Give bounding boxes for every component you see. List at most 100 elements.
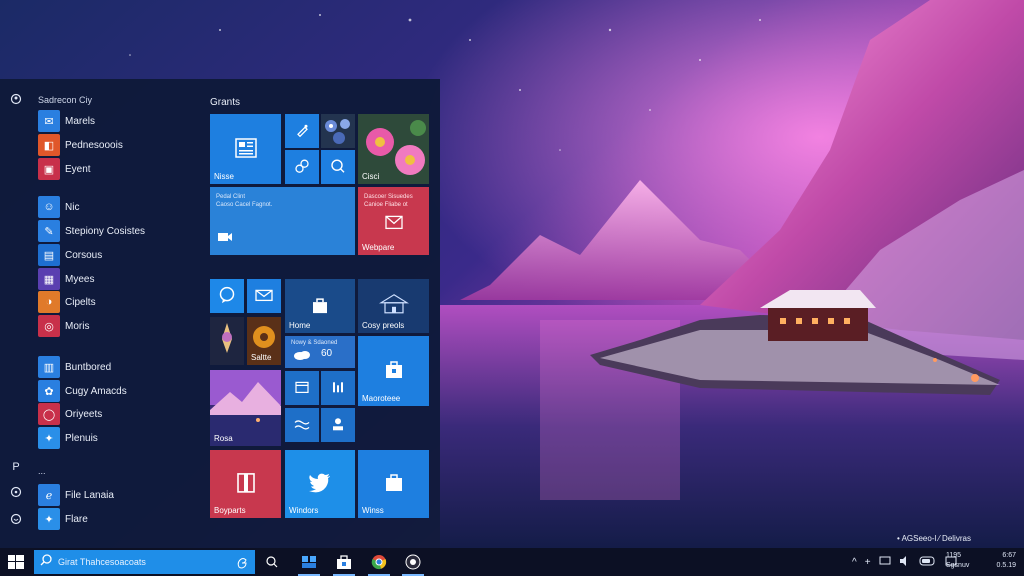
tile-link[interactable] xyxy=(285,150,319,184)
user-icon[interactable] xyxy=(9,93,23,107)
tile-webpare[interactable]: Dascoer Sisuedes Canioe Fliabe ot Webpar… xyxy=(358,187,429,255)
edge-icon[interactable] xyxy=(237,556,247,574)
app-list-item[interactable]: ℯ File Lanaia xyxy=(38,484,188,506)
tile-twitter[interactable]: Windors xyxy=(285,450,355,518)
app-list-item[interactable]: ◯ Oriyeets xyxy=(38,403,188,425)
store-icon xyxy=(384,360,404,380)
tile-art-1[interactable] xyxy=(210,317,244,365)
desktop-watermark-text: • AGSeeo-l ⁄ Delivras xyxy=(897,534,971,543)
taskbar-app-explorer[interactable] xyxy=(296,551,322,576)
tile-weather[interactable]: Nowy & Sdaoned 60 xyxy=(285,336,355,368)
app-list-label: Marels xyxy=(65,115,96,127)
app-list-item[interactable]: ☺ Nic xyxy=(38,196,188,218)
taskbar-clock[interactable]: 1195 6:67 Sgsnuv 0.5.19 xyxy=(946,551,1016,571)
tile-small-1[interactable] xyxy=(285,371,319,405)
app-list-item[interactable]: ✉ Marels xyxy=(38,110,188,132)
tile-kingdom[interactable]: Cosy preols xyxy=(358,279,429,333)
tile-small-4[interactable] xyxy=(321,408,355,442)
tile-label: Boyparts xyxy=(214,506,246,515)
window-icon xyxy=(295,381,309,393)
weather-temperature: 60 xyxy=(321,348,333,359)
search-icon xyxy=(40,553,52,571)
tray-volume-icon[interactable] xyxy=(899,555,911,569)
tile-news[interactable]: Nisse xyxy=(210,114,281,184)
app-list-item[interactable]: ◑ Cipelts xyxy=(38,291,188,313)
app-group-label: ... xyxy=(38,466,46,476)
twitter-icon: ✦ xyxy=(38,508,60,530)
tray-overflow-chevron[interactable]: ^ xyxy=(852,557,857,568)
artwork-image xyxy=(210,317,244,365)
tile-wide-news[interactable]: Pedal Clint Caoso Cacel Fagnot. xyxy=(210,187,355,255)
tile-flowers-large[interactable]: Cisci xyxy=(358,114,429,184)
app-list-item[interactable]: ◧ Pednesooois xyxy=(38,134,188,156)
taskbar-app-chrome[interactable] xyxy=(366,551,392,576)
tile-store-2[interactable]: Winss xyxy=(358,450,429,518)
tile-text-line: Caoso Cacel Fagnot. xyxy=(216,202,273,208)
tray-add-icon[interactable]: + xyxy=(865,557,871,568)
tile-photo[interactable]: Rosa xyxy=(210,370,281,446)
chat-icon xyxy=(218,286,236,304)
chrome-icon xyxy=(371,555,387,570)
app-list-item[interactable]: ▤ Corsous xyxy=(38,244,188,266)
tile-art-2[interactable]: Saltte xyxy=(247,317,281,365)
windows-start-button[interactable] xyxy=(8,555,24,569)
tile-pin[interactable] xyxy=(285,114,319,148)
tile-office[interactable]: Boyparts xyxy=(210,450,281,518)
power-letter: P xyxy=(12,461,20,473)
tile-search[interactable] xyxy=(321,150,355,184)
start-rail: P xyxy=(0,79,28,548)
app-list-item[interactable]: ▥ Buntbored xyxy=(38,356,188,378)
mail-icon xyxy=(255,289,273,302)
app-list-label: Eyent xyxy=(65,163,91,175)
app-list-item[interactable]: ▦ Myees xyxy=(38,268,188,290)
app-list-label: Myees xyxy=(65,273,95,285)
tile-home[interactable]: Home xyxy=(285,279,355,333)
tile-label: Winss xyxy=(362,506,384,515)
search-ring-icon xyxy=(266,556,278,568)
taskbar-search-box[interactable]: Girat Thahcesoacoats xyxy=(34,550,255,574)
media-icon xyxy=(405,554,421,570)
app-list-label: Cugy Amacds xyxy=(65,385,127,397)
tile-label: Maoroteee xyxy=(362,394,401,403)
castle-icon xyxy=(378,293,409,317)
ring-icon: ◯ xyxy=(38,403,60,425)
tile-label: Saltte xyxy=(251,353,272,362)
edge-icon: ℯ xyxy=(38,484,60,506)
settings-icon[interactable] xyxy=(9,486,23,500)
tile-mail[interactable] xyxy=(247,279,281,313)
tile-flowers-small[interactable] xyxy=(321,114,355,148)
app-list-label: Cipelts xyxy=(65,296,96,308)
tile-sway[interactable] xyxy=(210,279,244,313)
app-list-label: Stepiony Cosistes xyxy=(65,225,146,237)
task-view-button[interactable] xyxy=(259,551,285,573)
taskbar-app-store[interactable] xyxy=(331,551,357,576)
envelope-edit-icon xyxy=(384,215,403,230)
tile-small-2[interactable] xyxy=(321,371,355,405)
color-icon: ◑ xyxy=(38,291,60,313)
pen-icon: ✎ xyxy=(38,220,60,242)
tray-network-icon[interactable] xyxy=(879,556,891,569)
link-icon xyxy=(294,158,310,174)
camera-icon xyxy=(218,229,232,247)
tile-small-3[interactable] xyxy=(285,408,319,442)
app-list-item[interactable]: ✎ Stepiony Cosistes xyxy=(38,220,188,242)
app-list-item[interactable]: ◎ Moris xyxy=(38,315,188,337)
flowers-image xyxy=(321,114,355,148)
tray-battery-icon[interactable] xyxy=(919,556,937,569)
tile-store[interactable]: Maoroteee xyxy=(358,336,429,406)
app-list-item[interactable]: ▣ Eyent xyxy=(38,158,188,180)
tile-label: Nisse xyxy=(214,172,235,181)
pen-icon xyxy=(295,123,309,138)
clock-time: 6:67 xyxy=(1002,552,1016,559)
app-list-label: File Lanaia xyxy=(65,489,114,501)
flower-icon: ✿ xyxy=(38,380,60,402)
twitter-icon: ✦ xyxy=(38,427,60,449)
start-menu: P Sadrecon Ciy ... ✉ Marels ◧ Pednesooois ▣ E… xyxy=(0,79,440,548)
app-list-item[interactable]: ✦ Flare xyxy=(38,508,188,530)
power-icon[interactable] xyxy=(9,513,23,527)
app-list-item[interactable]: ✦ Plenuis xyxy=(38,427,188,449)
app-list-item[interactable]: ✿ Cugy Amacds xyxy=(38,380,188,402)
windows-logo-icon xyxy=(8,555,24,569)
taskbar-app-media[interactable] xyxy=(400,551,426,576)
event-icon: ▣ xyxy=(38,158,60,180)
